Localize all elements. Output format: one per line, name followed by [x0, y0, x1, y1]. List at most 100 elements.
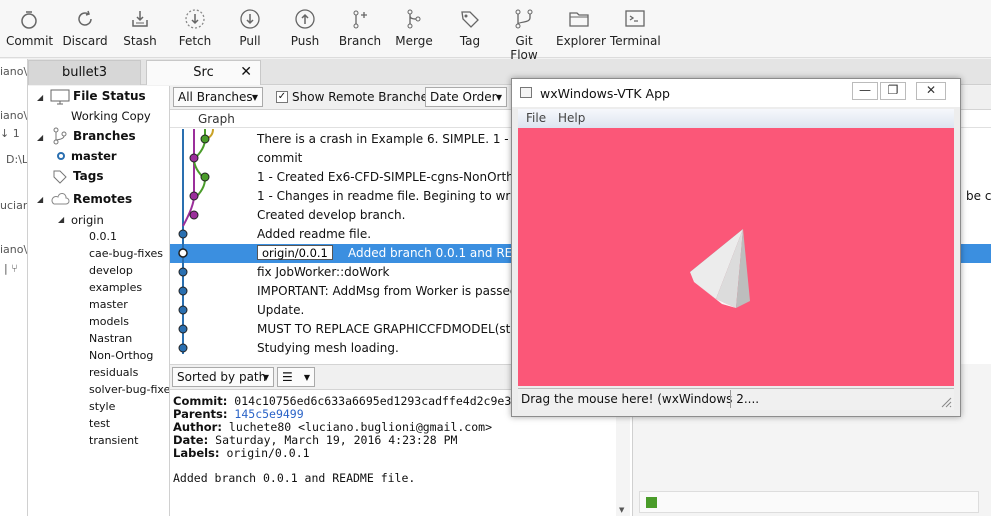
- remote-branch-item[interactable]: cae-bug-fixes: [89, 247, 163, 260]
- author-field-label: Author:: [173, 420, 222, 434]
- remote-branch-item[interactable]: Non-Orthog: [89, 349, 153, 362]
- commit-message: 1 - Changes in readme file. Begining to …: [257, 189, 553, 203]
- remote-branch-tag[interactable]: origin/0.0.1: [257, 245, 333, 260]
- git-flow-button[interactable]: Git Flow: [500, 6, 548, 62]
- view-mode-dropdown[interactable]: ☰ ▼: [277, 367, 315, 387]
- sidebar-item-branches[interactable]: Branches: [73, 129, 136, 143]
- graph-header-label: Graph: [198, 112, 235, 126]
- author-value: luchete80 <luciano.buglioni@gmail.com>: [228, 420, 492, 434]
- tag-label: Tag: [459, 34, 481, 48]
- commit-message: IMPORTANT: AddMsg from Worker is passed …: [257, 284, 535, 298]
- sort-dropdown[interactable]: Sorted by path ▼: [172, 367, 274, 387]
- sidebar-item-origin[interactable]: origin: [71, 213, 104, 227]
- edge-text: uciano: [0, 199, 27, 212]
- explorer-label: Explorer: [556, 34, 606, 48]
- pull-icon: [240, 9, 260, 29]
- maximize-button[interactable]: ❐: [880, 82, 906, 100]
- vtk-render-canvas[interactable]: [518, 128, 954, 386]
- remote-branch-item[interactable]: transient: [89, 434, 138, 447]
- sidebar-item-file-status[interactable]: File Status: [73, 89, 146, 103]
- commit-message: Created develop branch.: [257, 208, 406, 222]
- remote-branch-item[interactable]: examples: [89, 281, 142, 294]
- expand-triangle-icon[interactable]: ◢: [37, 93, 43, 102]
- chevron-down-icon: ▼: [251, 93, 258, 102]
- push-button[interactable]: Push: [286, 6, 324, 48]
- chevron-down-icon: ▼: [262, 373, 269, 382]
- stash-label: Stash: [123, 34, 157, 48]
- remote-branch-item[interactable]: master: [89, 298, 128, 311]
- close-button[interactable]: ✕: [916, 82, 946, 100]
- branches-dropdown-value: All Branches: [178, 90, 253, 104]
- merge-icon: [407, 9, 421, 29]
- close-icon[interactable]: ✕: [240, 64, 252, 80]
- remote-branch-item[interactable]: develop: [89, 264, 133, 277]
- remote-branch-item[interactable]: residuals: [89, 366, 138, 379]
- commit-icon: [21, 11, 37, 29]
- tag-button[interactable]: Tag: [454, 6, 486, 48]
- commit-hash: 014c10756ed6c633a6695ed1293cadffe4d2c9e3…: [234, 394, 526, 408]
- cloud-icon: [51, 193, 70, 205]
- terminal-button[interactable]: Terminal: [610, 6, 661, 48]
- order-dropdown[interactable]: Date Order ▼: [425, 87, 507, 107]
- tab-bullet3[interactable]: bullet3: [28, 60, 141, 85]
- remote-branch-item[interactable]: solver-bug-fixe: [89, 383, 169, 396]
- date-field-label: Date:: [173, 433, 209, 447]
- date-value: Saturday, March 19, 2016 4:23:28 PM: [215, 433, 458, 447]
- resize-grip-icon[interactable]: [940, 396, 952, 408]
- pull-label: Pull: [239, 34, 261, 48]
- terminal-label: Terminal: [610, 34, 661, 48]
- tab-src[interactable]: Src ✕: [146, 60, 261, 85]
- expand-triangle-icon[interactable]: ◢: [37, 133, 43, 142]
- explorer-button[interactable]: Explorer: [556, 6, 606, 48]
- minimize-button[interactable]: —: [852, 82, 878, 100]
- edge-text: iano\: [0, 243, 28, 256]
- commit-message: Update.: [257, 303, 305, 317]
- stash-button[interactable]: Stash: [118, 6, 162, 48]
- remote-branch-item[interactable]: style: [89, 400, 115, 413]
- branch-button[interactable]: Branch: [338, 6, 382, 48]
- commit-label: Commit: [6, 34, 54, 48]
- window-title-bar[interactable]: wxWindows-VTK App — ❐ ✕: [512, 79, 960, 107]
- window-menu-bar: File Help: [518, 109, 954, 128]
- sort-dropdown-value: Sorted by path: [177, 370, 267, 384]
- terminal-icon: [625, 10, 645, 27]
- status-separator: [730, 390, 731, 408]
- tab-label: Src: [193, 65, 214, 80]
- discard-button[interactable]: Discard: [62, 6, 108, 48]
- sidebar-item-master[interactable]: master: [71, 149, 117, 163]
- pull-button[interactable]: Pull: [232, 6, 268, 48]
- edge-text: ↓ 1: [0, 127, 20, 140]
- tab-label: bullet3: [61, 65, 108, 80]
- merge-button[interactable]: Merge: [394, 6, 434, 48]
- file-diff-header[interactable]: [639, 491, 979, 513]
- commit-button[interactable]: Commit: [6, 6, 54, 48]
- git-flow-icon: [515, 9, 533, 29]
- parent-hash-link[interactable]: 145c5e9499: [234, 407, 303, 421]
- merge-label: Merge: [395, 34, 433, 48]
- sidebar-item-tags[interactable]: Tags: [73, 169, 103, 183]
- menu-file[interactable]: File: [526, 111, 546, 125]
- commit-message: 1 - Created Ex6-CFD-SIMPLE-cgns-NonOrth.…: [257, 170, 538, 184]
- sidebar-item-remotes[interactable]: Remotes: [73, 192, 132, 206]
- git-flow-label: Git Flow: [510, 34, 538, 62]
- remote-branch-item[interactable]: 0.0.1: [89, 230, 117, 243]
- remote-branch-item[interactable]: models: [89, 315, 129, 328]
- fetch-button[interactable]: Fetch: [174, 6, 216, 48]
- edge-text: | ⑂: [4, 262, 18, 275]
- chevron-down-icon: ▼: [303, 373, 310, 382]
- show-remote-checkbox[interactable]: ✓: [276, 91, 288, 103]
- current-branch-icon: [57, 152, 65, 160]
- show-remote-label: Show Remote Branches: [292, 90, 435, 104]
- sidebar-item-working-copy[interactable]: Working Copy: [71, 109, 151, 123]
- expand-triangle-icon[interactable]: ◢: [37, 195, 43, 204]
- menu-help[interactable]: Help: [558, 111, 585, 125]
- remote-branch-item[interactable]: Nastran: [89, 332, 132, 345]
- scroll-down-icon[interactable]: ▼: [619, 506, 624, 514]
- commit-full-message: Added branch 0.0.1 and README file.: [173, 471, 416, 485]
- left-panel-edge: iano\ iano\ ↓ 1 D:\L uciano iano\ | ⑂: [0, 59, 28, 516]
- order-dropdown-value: Date Order: [430, 90, 497, 104]
- sidebar: ◢ File Status Working Copy ◢ Branches ma…: [28, 86, 170, 516]
- remote-branch-item[interactable]: test: [89, 417, 110, 430]
- expand-triangle-icon[interactable]: ◢: [58, 215, 64, 224]
- branches-dropdown[interactable]: All Branches ▼: [173, 87, 263, 107]
